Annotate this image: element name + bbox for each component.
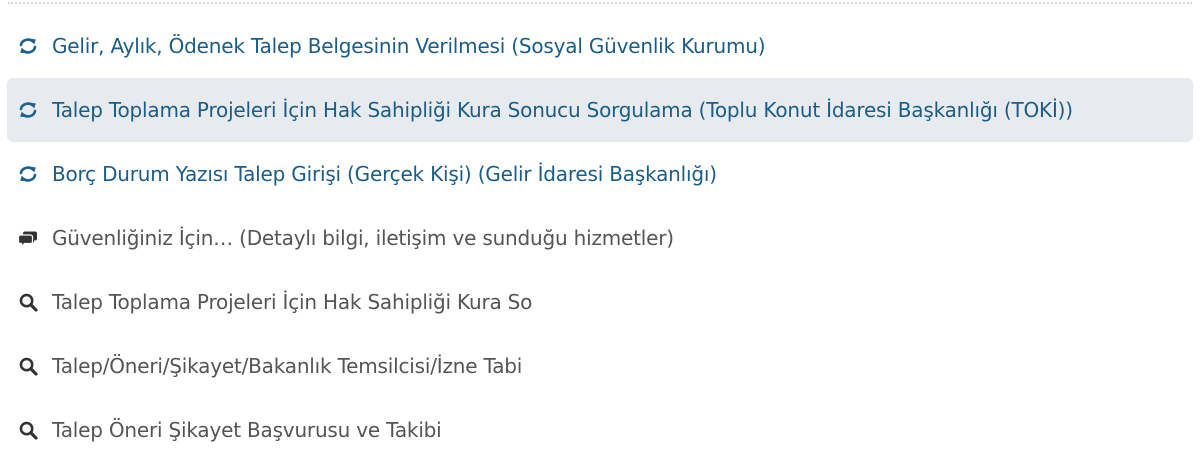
result-label: Talep/Öneri/Şikayet/Bakanlık Temsilcisi/… [52, 354, 523, 378]
result-label: Talep Toplama Projeleri İçin Hak Sahipli… [52, 98, 1073, 122]
top-divider [8, 2, 1192, 4]
result-label: Borç Durum Yazısı Talep Girişi (Gerçek K… [52, 162, 717, 186]
chat-icon [17, 227, 39, 249]
result-item-3[interactable]: Güvenliğiniz İçin… (Detaylı bilgi, ileti… [7, 206, 1193, 270]
refresh-icon [17, 163, 39, 185]
result-item-0[interactable]: Gelir, Aylık, Ödenek Talep Belgesinin Ve… [7, 14, 1193, 78]
search-results-list: Gelir, Aylık, Ödenek Talep Belgesinin Ve… [7, 14, 1193, 462]
result-label: Talep Öneri Şikayet Başvurusu ve Takibi [52, 418, 442, 442]
search-icon [17, 291, 39, 313]
result-label: Güvenliğiniz İçin… (Detaylı bilgi, ileti… [52, 226, 674, 250]
result-label: Talep Toplama Projeleri İçin Hak Sahipli… [52, 290, 533, 314]
result-item-5[interactable]: Talep/Öneri/Şikayet/Bakanlık Temsilcisi/… [7, 334, 1193, 398]
result-item-1[interactable]: Talep Toplama Projeleri İçin Hak Sahipli… [7, 78, 1193, 142]
search-icon [17, 355, 39, 377]
refresh-icon [17, 99, 39, 121]
result-item-2[interactable]: Borç Durum Yazısı Talep Girişi (Gerçek K… [7, 142, 1193, 206]
result-label: Gelir, Aylık, Ödenek Talep Belgesinin Ve… [52, 34, 766, 58]
refresh-icon [17, 35, 39, 57]
result-item-6[interactable]: Talep Öneri Şikayet Başvurusu ve Takibi [7, 398, 1193, 462]
search-icon [17, 419, 39, 441]
result-item-4[interactable]: Talep Toplama Projeleri İçin Hak Sahipli… [7, 270, 1193, 334]
